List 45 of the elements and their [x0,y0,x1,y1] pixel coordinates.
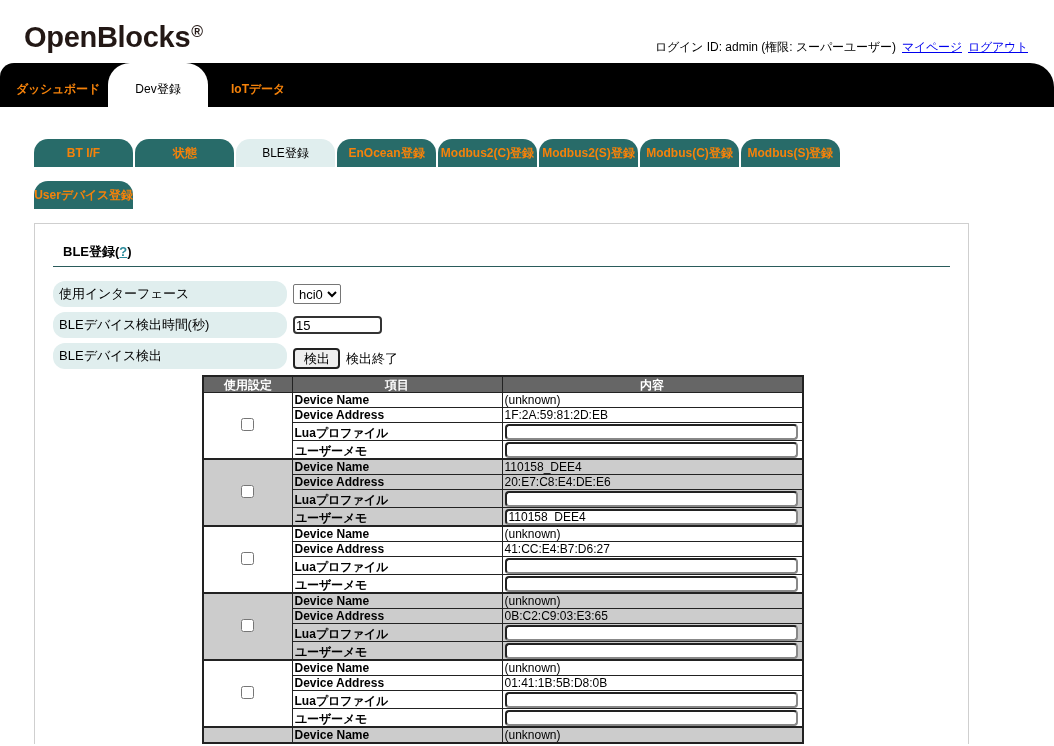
interface-select[interactable]: hci0 [293,284,341,304]
nav-tab[interactable]: ダッシュボード [8,63,108,107]
form-label: 使用インターフェース [53,281,287,307]
value-text: (unknown) [504,594,561,608]
header-link[interactable]: マイページ [902,39,962,56]
column-header: 項目 [292,376,502,393]
scan-status: 検出終了 [346,350,398,368]
value-input[interactable] [504,710,798,726]
value-input[interactable] [504,643,798,659]
header-link[interactable]: ログアウト [968,39,1028,56]
column-header: 内容 [502,376,803,393]
scan-button[interactable]: 検出 [293,347,340,369]
form-label: BLEデバイス検出 [53,343,287,369]
use-checkbox[interactable] [241,551,255,565]
value-text: 20:E7:C8:E4:DE:E6 [504,475,611,489]
column-header: 使用設定 [203,376,292,393]
value-text: (unknown) [504,393,561,407]
value-text: (unknown) [504,728,561,742]
value-input[interactable] [504,692,798,708]
value-text: 1F:2A:59:81:2D:EB [504,408,608,422]
use-checkbox[interactable] [241,685,255,699]
nav-tab[interactable]: IoTデータ [208,63,308,107]
value-text: (unknown) [504,661,561,675]
use-checkbox[interactable] [241,618,255,632]
form-label: BLEデバイス検出時間(秒) [53,312,287,338]
nav-tab[interactable]: Dev登録 [108,63,208,107]
value-input[interactable]: 110158_DEE4 [504,509,798,525]
value-input[interactable] [504,558,798,574]
value-input[interactable] [504,424,798,440]
value-text: 41:CC:E4:B7:D6:27 [504,542,610,556]
value-text: 01:41:1B:5B:D8:0B [504,676,608,690]
value-input[interactable] [504,491,798,507]
value-input[interactable] [504,442,798,458]
sub-tab[interactable]: BLE登録 [236,139,335,167]
value-text: 0B:C2:C9:03:E3:65 [504,609,608,623]
use-checkbox[interactable] [241,484,255,498]
scan-time-input[interactable]: 15 [293,316,382,334]
value-input[interactable] [504,576,798,592]
section-heading: BLE登録(?) [53,244,950,267]
logo-text: OpenBlocks$^{®}$ [24,20,203,55]
use-checkbox[interactable] [241,417,255,431]
login-info: ログイン ID: admin (権限: スーパーユーザー) [655,39,896,56]
value-text: 110158_DEE4 [504,460,582,474]
value-input[interactable] [504,625,798,641]
value-text: (unknown) [504,527,561,541]
